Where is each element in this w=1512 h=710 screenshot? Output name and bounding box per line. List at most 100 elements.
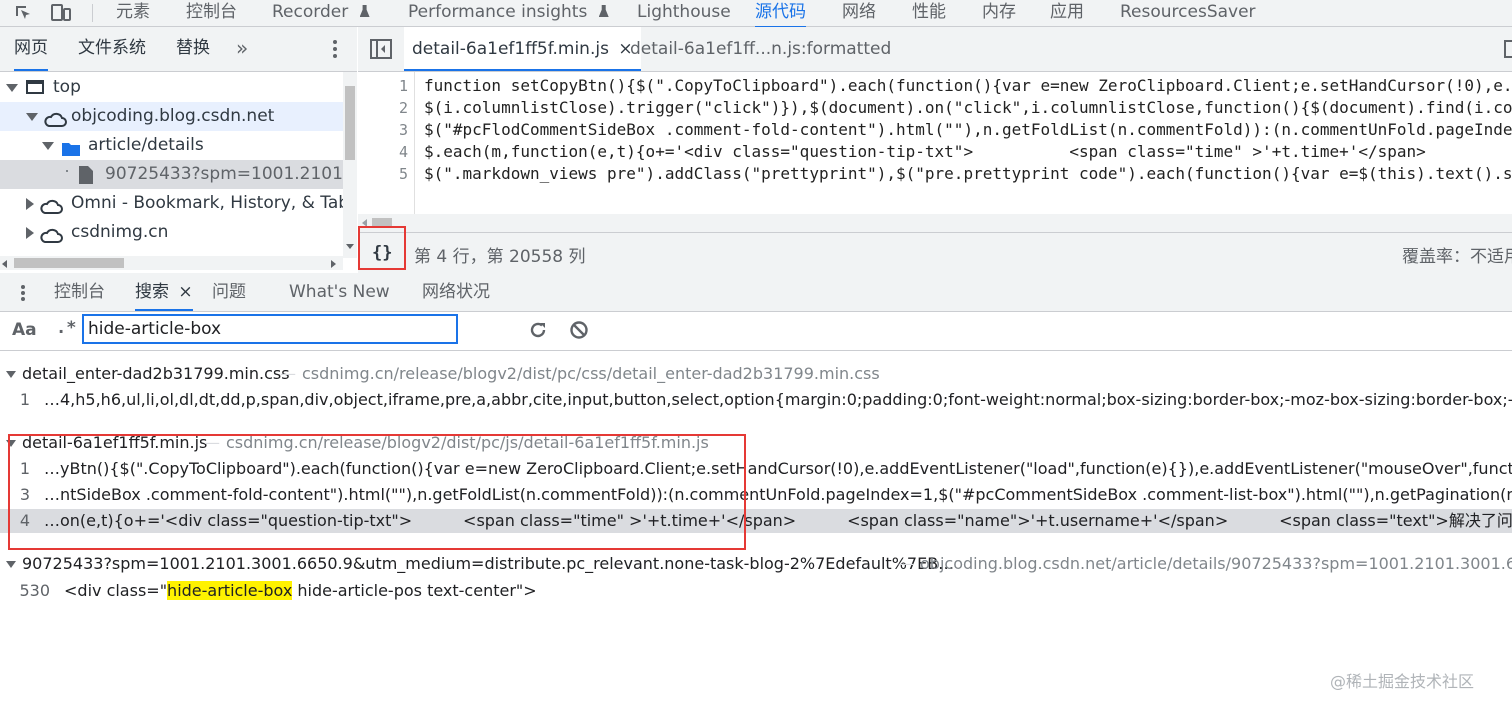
more-tabs-button[interactable]: » [236, 27, 248, 69]
result-line-number: 530 [19, 581, 50, 600]
frame-icon [26, 80, 44, 94]
drawer-tab-console[interactable]: 控制台 [54, 273, 105, 309]
expand-arrow-icon[interactable] [6, 371, 16, 378]
tab-resources-saver[interactable]: ResourcesSaver [1120, 0, 1256, 26]
tree-item-folder[interactable]: article/details [0, 131, 343, 160]
flask-icon [359, 5, 370, 17]
tab-application[interactable]: 应用 [1050, 0, 1084, 26]
tab-lighthouse[interactable]: Lighthouse [637, 0, 731, 26]
code-line: $(i.columnlistClose).trigger("click")}),… [424, 98, 1512, 117]
inspect-element-icon[interactable] [14, 4, 34, 26]
tree-item-csdnimg[interactable]: csdnimg.cn [0, 218, 343, 247]
editor-status-bar: {} 第 4 行，第 20558 列 覆盖率：不适用 [358, 232, 1512, 274]
scrollbar-thumb[interactable] [345, 86, 355, 160]
watermark: @稀土掘金技术社区 [1330, 672, 1475, 691]
tab-performance[interactable]: 性能 [912, 0, 946, 26]
refresh-icon[interactable] [528, 320, 548, 345]
nav-tab-page[interactable]: 网页 [14, 27, 48, 71]
editor-tab-label: detail-6a1ef1ff5f.min.js [412, 39, 609, 59]
scrollbar-thumb[interactable] [14, 258, 124, 268]
tab-performance-insights-label: Performance insights [408, 2, 588, 22]
result-text-before: <div class=" [64, 581, 168, 600]
editor-tabbar: detail-6a1ef1ff5f.min.js × detail-6a1ef1… [358, 27, 1512, 72]
drawer-tab-whats-new[interactable]: What's New [289, 273, 390, 309]
match-case-toggle[interactable]: Aa [12, 320, 37, 340]
editor-horizontal-scrollbar[interactable] [358, 214, 1512, 232]
coverage-status: 覆盖率：不适用 [1402, 247, 1512, 267]
navigator-menu-icon[interactable] [332, 39, 338, 63]
tab-elements[interactable]: 元素 [116, 0, 150, 26]
line-number: 3 [398, 121, 408, 139]
drawer-tab-network-conditions[interactable]: 网络状况 [422, 273, 490, 309]
scroll-down-arrow-icon[interactable] [346, 244, 354, 249]
result-line-text: <div class="hide-article-box hide-articl… [64, 579, 537, 603]
tree-item-label: csdnimg.cn [71, 222, 169, 242]
expand-arrow-icon[interactable] [6, 84, 18, 92]
search-toolbar: Aa .* [0, 312, 1512, 351]
expand-arrow-icon[interactable] [6, 561, 16, 568]
collapse-arrow-icon[interactable] [26, 198, 34, 210]
drawer-menu-icon[interactable] [20, 284, 26, 307]
tab-performance-insights[interactable]: Performance insights [408, 0, 609, 26]
result-separator: — [898, 554, 914, 573]
file-tree: top objcoding.blog.csdn.net article/deta… [0, 72, 343, 254]
code-line: $(".markdown_views pre").addClass("prett… [424, 164, 1512, 183]
drawer-tab-issues[interactable]: 问题 [212, 273, 246, 309]
highlight-box-results [8, 434, 746, 550]
tab-network[interactable]: 网络 [842, 0, 876, 26]
tab-recorder[interactable]: Recorder [272, 0, 370, 26]
tree-item-label: 90725433?spm=1001.2101.300 [105, 164, 343, 184]
tab-sources[interactable]: 源代码 [755, 0, 806, 28]
tree-item-label: top [53, 77, 81, 97]
tab-recorder-label: Recorder [272, 2, 349, 22]
navigator-vertical-scrollbar[interactable] [343, 72, 357, 258]
result-line[interactable]: 530 <div class="hide-article-box hide-ar… [0, 579, 1512, 603]
result-line-number: 1 [19, 390, 30, 409]
scroll-left-arrow-icon[interactable] [2, 260, 7, 268]
toggle-debugger-icon[interactable] [1504, 40, 1512, 58]
flask-icon [598, 5, 609, 17]
drawer-tab-search[interactable]: 搜索 × [135, 273, 193, 311]
drawer-tab-label: 搜索 [135, 282, 169, 302]
close-tab-icon[interactable]: × [178, 282, 192, 302]
editor-tab-formatted[interactable]: detail-6a1ef1ff...n.js:formatted [630, 27, 891, 69]
regex-toggle[interactable]: .* [56, 318, 76, 338]
result-separator: — [280, 364, 296, 383]
navigator-horizontal-scrollbar[interactable] [0, 256, 343, 270]
tree-item-document[interactable]: 90725433?spm=1001.2101.300 [0, 160, 343, 189]
tree-item-top[interactable]: top [0, 73, 343, 102]
toggle-navigator-icon[interactable] [370, 39, 392, 63]
result-text-after: hide-article-pos text-center"> [292, 581, 537, 600]
nav-tab-filesystem[interactable]: 文件系统 [78, 27, 146, 69]
cloud-icon [39, 225, 63, 254]
editor-tab-label: detail-6a1ef1ff...n.js:formatted [630, 39, 892, 59]
navigator-tabbar: 网页 文件系统 替换 » [0, 27, 357, 72]
code-line: function setCopyBtn(){$(".CopyToClipboar… [424, 76, 1512, 95]
tree-item-label: Omni - Bookmark, History, & Tab M [71, 193, 343, 213]
expand-arrow-icon[interactable] [26, 113, 38, 121]
code-editor[interactable]: 1 2 3 4 5 function setCopyBtn(){$(".Copy… [358, 72, 1512, 214]
tab-console[interactable]: 控制台 [186, 0, 237, 26]
expand-arrow-icon[interactable] [42, 142, 54, 150]
highlight-box-pretty-print [358, 226, 406, 270]
result-file-path: objcoding.blog.csdn.net/article/details/… [920, 554, 1512, 573]
tree-item-extension[interactable]: Omni - Bookmark, History, & Tab M [0, 189, 343, 218]
tab-memory[interactable]: 内存 [982, 0, 1016, 26]
clear-icon[interactable] [569, 320, 589, 345]
cursor-position: 第 4 行，第 20558 列 [414, 247, 586, 267]
nav-tab-overrides[interactable]: 替换 [176, 27, 210, 69]
result-line-text: …4,h5,h6,ul,li,ol,dl,dt,dd,p,span,div,ob… [44, 390, 1512, 409]
result-line[interactable]: 1 …4,h5,h6,ul,li,ol,dl,dt,dd,p,span,div,… [0, 388, 1512, 412]
line-number: 2 [398, 99, 408, 117]
result-match-highlight: hide-article-box [167, 581, 293, 600]
editor-tab-minjs[interactable]: detail-6a1ef1ff5f.min.js × [404, 27, 641, 71]
collapse-arrow-icon[interactable] [26, 227, 34, 239]
tree-item-domain[interactable]: objcoding.blog.csdn.net [0, 102, 343, 131]
device-toolbar-icon[interactable] [50, 3, 72, 27]
tree-dot [66, 170, 68, 172]
result-file-name: detail_enter-dad2b31799.min.css [22, 364, 290, 383]
line-number: 4 [398, 143, 408, 161]
line-number: 5 [398, 165, 408, 183]
search-input[interactable] [82, 314, 458, 344]
scroll-right-arrow-icon[interactable] [331, 260, 336, 268]
